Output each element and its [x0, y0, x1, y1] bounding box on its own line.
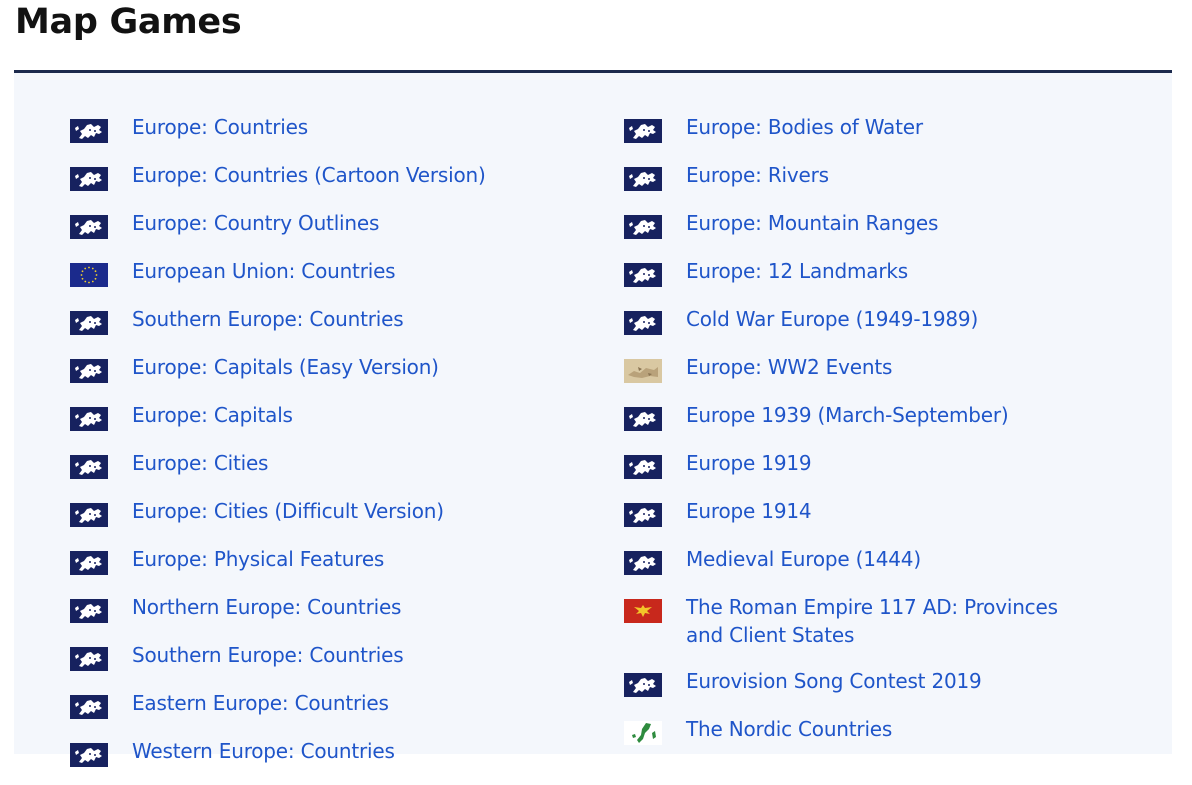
game-link[interactable]: The Roman Empire 117 AD: Provinces and C… — [686, 593, 1094, 649]
europe-map-icon[interactable] — [70, 695, 108, 719]
europe-map-icon[interactable] — [624, 119, 662, 143]
game-link-item[interactable]: Europe: Capitals — [70, 401, 570, 431]
game-link-item[interactable]: Europe: Mountain Ranges — [624, 209, 1094, 239]
game-link[interactable]: Europe: Cities (Difficult Version) — [132, 497, 444, 525]
game-link[interactable]: Europe 1919 — [686, 449, 812, 477]
game-link[interactable]: Europe: WW2 Events — [686, 353, 892, 381]
nordic-map-icon[interactable] — [624, 721, 662, 745]
game-link[interactable]: Europe: Country Outlines — [132, 209, 379, 237]
game-link-item[interactable]: The Nordic Countries — [624, 715, 1094, 745]
game-link-item[interactable]: Europe: Cities (Difficult Version) — [70, 497, 570, 527]
left-game-list: Europe: Countries Europe: Countries (Cart… — [70, 113, 570, 785]
game-link-item[interactable]: Europe: Rivers — [624, 161, 1094, 191]
game-link[interactable]: Southern Europe: Countries — [132, 305, 404, 333]
game-link[interactable]: Southern Europe: Countries — [132, 641, 404, 669]
game-link[interactable]: Europe: Capitals — [132, 401, 293, 429]
europe-map-icon[interactable] — [624, 673, 662, 697]
game-link-item[interactable]: Europe: Countries — [70, 113, 570, 143]
europe-map-icon[interactable] — [624, 263, 662, 287]
europe-map-icon[interactable] — [70, 119, 108, 143]
game-link[interactable]: Europe: 12 Landmarks — [686, 257, 908, 285]
game-link[interactable]: Europe 1914 — [686, 497, 812, 525]
page-title: Map Games — [15, 2, 242, 42]
game-link-item[interactable]: Western Europe: Countries — [70, 737, 570, 767]
game-link[interactable]: Western Europe: Countries — [132, 737, 395, 765]
europe-map-icon[interactable] — [70, 551, 108, 575]
game-link[interactable]: Europe: Rivers — [686, 161, 829, 189]
game-link[interactable]: Europe: Mountain Ranges — [686, 209, 938, 237]
game-link-item[interactable]: Europe 1914 — [624, 497, 1094, 527]
game-link[interactable]: Medieval Europe (1444) — [686, 545, 921, 573]
europe-map-icon[interactable] — [70, 407, 108, 431]
europe-map-icon[interactable] — [70, 167, 108, 191]
europe-map-icon[interactable] — [624, 503, 662, 527]
game-link[interactable]: Eastern Europe: Countries — [132, 689, 389, 717]
game-link[interactable]: Northern Europe: Countries — [132, 593, 401, 621]
game-link-item[interactable]: Southern Europe: Countries — [70, 641, 570, 671]
game-link-item[interactable]: Eastern Europe: Countries — [70, 689, 570, 719]
europe-map-icon[interactable] — [70, 647, 108, 671]
game-link-item[interactable]: Europe: Capitals (Easy Version) — [70, 353, 570, 383]
europe-map-icon[interactable] — [70, 311, 108, 335]
game-link-item[interactable]: Eurovision Song Contest 2019 — [624, 667, 1094, 697]
europe-map-icon[interactable] — [70, 359, 108, 383]
game-link[interactable]: Europe: Physical Features — [132, 545, 384, 573]
roman-eagle-icon[interactable] — [624, 599, 662, 623]
ww2-map-icon[interactable] — [624, 359, 662, 383]
game-link[interactable]: Europe: Capitals (Easy Version) — [132, 353, 439, 381]
europe-map-icon[interactable] — [70, 599, 108, 623]
right-game-list: Europe: Bodies of Water Europe: Rivers Eur… — [624, 113, 1094, 763]
game-link-item[interactable]: Europe: 12 Landmarks — [624, 257, 1094, 287]
europe-map-icon[interactable] — [70, 455, 108, 479]
game-link-item[interactable]: Southern Europe: Countries — [70, 305, 570, 335]
game-link[interactable]: Europe: Bodies of Water — [686, 113, 923, 141]
europe-map-icon[interactable] — [624, 311, 662, 335]
game-link[interactable]: The Nordic Countries — [686, 715, 892, 743]
game-link[interactable]: Europe: Countries (Cartoon Version) — [132, 161, 486, 189]
europe-map-icon[interactable] — [70, 743, 108, 767]
game-link-item[interactable]: Northern Europe: Countries — [70, 593, 570, 623]
game-link[interactable]: Europe 1939 (March-September) — [686, 401, 1009, 429]
game-link-item[interactable]: Europe: Countries (Cartoon Version) — [70, 161, 570, 191]
game-link[interactable]: Eurovision Song Contest 2019 — [686, 667, 982, 695]
game-link[interactable]: Europe: Countries — [132, 113, 308, 141]
europe-map-icon[interactable] — [70, 215, 108, 239]
game-link[interactable]: Europe: Cities — [132, 449, 268, 477]
europe-map-icon[interactable] — [624, 455, 662, 479]
game-link-item[interactable]: European Union: Countries — [70, 257, 570, 287]
game-link-item[interactable]: Europe 1919 — [624, 449, 1094, 479]
game-link-item[interactable]: Medieval Europe (1444) — [624, 545, 1094, 575]
europe-map-icon[interactable] — [624, 167, 662, 191]
europe-map-icon[interactable] — [624, 407, 662, 431]
europe-map-icon[interactable] — [624, 551, 662, 575]
game-link-item[interactable]: The Roman Empire 117 AD: Provinces and C… — [624, 593, 1094, 649]
game-link-item[interactable]: Europe 1939 (March-September) — [624, 401, 1094, 431]
game-link-item[interactable]: Cold War Europe (1949-1989) — [624, 305, 1094, 335]
game-link-item[interactable]: Europe: Cities — [70, 449, 570, 479]
game-link-item[interactable]: Europe: Physical Features — [70, 545, 570, 575]
europe-map-icon[interactable] — [70, 503, 108, 527]
eu-flag-icon[interactable] — [70, 263, 108, 287]
game-link-item[interactable]: Europe: WW2 Events — [624, 353, 1094, 383]
game-link[interactable]: Cold War Europe (1949-1989) — [686, 305, 978, 333]
game-link[interactable]: European Union: Countries — [132, 257, 396, 285]
europe-map-icon[interactable] — [624, 215, 662, 239]
game-link-item[interactable]: Europe: Country Outlines — [70, 209, 570, 239]
game-link-item[interactable]: Europe: Bodies of Water — [624, 113, 1094, 143]
